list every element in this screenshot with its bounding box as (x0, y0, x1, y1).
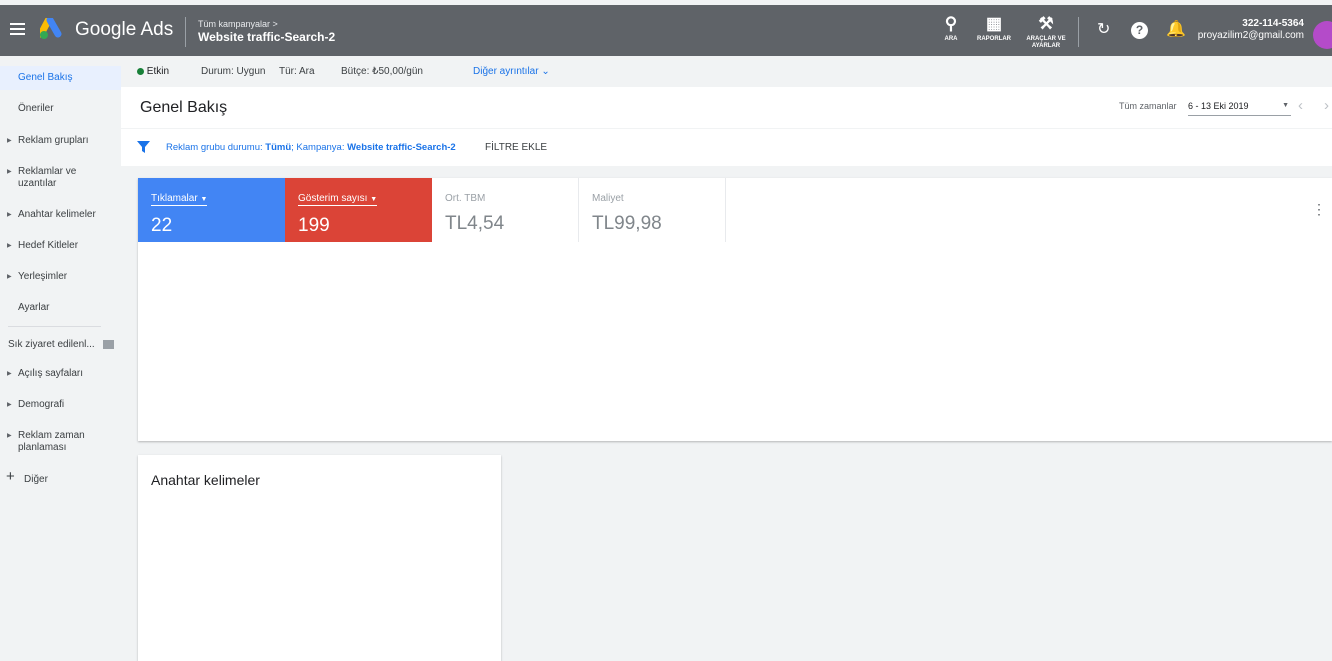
google-ads-logo (40, 18, 62, 39)
status-dot-icon (137, 67, 144, 75)
page-title: Genel Bakış (140, 99, 228, 116)
caret-right-icon: ▶ (7, 169, 12, 175)
performance-card: Tıklamalar ▼ 22 Gösterim sayısı ▼ 199 Ort.… (138, 178, 1332, 441)
add-filter-button[interactable]: FİLTRE EKLE (485, 142, 547, 153)
sidebar-item-more[interactable]: + Diğer (0, 468, 121, 486)
refresh-icon[interactable]: ↻ (1097, 22, 1110, 38)
search-button[interactable]: ⚲ ARA (940, 15, 962, 43)
sidebar-item-recommendations[interactable]: Öneriler (0, 103, 121, 115)
sidebar-item-keywords[interactable]: ▶ Anahtar kelimeler (0, 209, 121, 221)
divider (1078, 17, 1079, 47)
sidebar-item-frequent[interactable]: Sık ziyaret edilenl... (0, 339, 121, 351)
sidebar-item-settings[interactable]: Ayarlar (0, 302, 121, 314)
caret-right-icon: ▶ (7, 274, 12, 280)
bell-icon[interactable]: 🔔 (1166, 22, 1186, 38)
campaign-budget: Bütçe: ₺50,00/gün (341, 66, 423, 77)
app-title[interactable]: Google Ads (75, 19, 173, 41)
divider (185, 17, 186, 47)
prev-period-icon[interactable]: ‹ (1298, 97, 1303, 114)
account-email[interactable]: proyazilim2@gmail.com (1198, 30, 1304, 41)
divider (8, 326, 101, 327)
sidebar-item-landing-pages[interactable]: ▶ Açılış sayfaları (0, 368, 121, 380)
caret-right-icon: ▶ (7, 371, 12, 377)
sidebar-item-ad-groups[interactable]: ▶ Reklam grupları (0, 135, 121, 147)
campaign-type: Tür: Ara (279, 66, 315, 77)
metric-impressions[interactable]: Gösterim sayısı ▼ 199 (285, 178, 432, 242)
sidebar-item-demographics[interactable]: ▶ Demografi (0, 399, 121, 411)
campaign-status-bar: Etkin Durum: Uygun Tür: Ara Bütçe: ₺50,0… (121, 56, 1332, 87)
menu-icon[interactable] (10, 23, 25, 38)
reports-button[interactable]: ▦ RAPORLAR (974, 15, 1014, 43)
active-filter-chip[interactable]: Reklam grubu durumu: Tümü; Kampanya: Web… (166, 142, 456, 153)
sidebar-item-ads[interactable]: ▶ Reklamlar ve uzantılar (0, 166, 95, 190)
wrench-icon: ⚒ (1038, 14, 1054, 33)
help-icon[interactable]: ? (1131, 22, 1148, 39)
sidebar-item-placements[interactable]: ▶ Yerleşimler (0, 271, 121, 283)
status-eligibility: Durum: Uygun (201, 66, 266, 77)
sidebar-item-audiences[interactable]: ▶ Hedef Kitleler (0, 240, 121, 252)
page-header: Genel Bakış Tüm zamanlar 6 - 13 Eki 2019… (121, 87, 1332, 128)
account-phone: 322-114-5364 (1242, 18, 1304, 29)
filter-icon[interactable] (137, 140, 150, 153)
metric-avg-cpc[interactable]: Ort. TBM TL4,54 (432, 178, 579, 242)
performance-line-chart (138, 252, 1332, 441)
avatar[interactable] (1313, 21, 1332, 49)
filter-bar: Reklam grubu durumu: Tümü; Kampanya: Web… (121, 129, 1332, 166)
top-bar: Google Ads Tüm kampanyalar > Website tra… (0, 5, 1332, 56)
more-vert-icon[interactable]: ⋮ (1312, 202, 1326, 216)
plus-icon: + (6, 468, 15, 485)
caret-right-icon: ▶ (7, 243, 12, 249)
sidebar-item-ad-schedule[interactable]: ▶ Reklam zaman planlaması (0, 430, 95, 454)
dropdown-arrow-icon: ▼ (1282, 102, 1289, 109)
more-details-link[interactable]: Diğer ayrıntılar ⌄ (473, 66, 550, 77)
date-range-select[interactable]: 6 - 13 Eki 2019 ▼ (1188, 101, 1291, 116)
breadcrumb-parent[interactable]: Tüm kampanyalar > (198, 19, 278, 29)
sidebar: Genel Bakış Öneriler ▶ Reklam grupları ▶ R… (0, 56, 121, 661)
dropdown-arrow-icon: ▼ (200, 196, 208, 203)
status-enabled[interactable]: Etkin (137, 66, 169, 77)
tools-button[interactable]: ⚒ ARAÇLAR VE AYARLAR (1024, 15, 1068, 50)
caret-right-icon: ▶ (7, 433, 12, 439)
chevron-down-icon: ⌄ (541, 66, 550, 77)
reports-icon: ▦ (985, 14, 1003, 33)
dropdown-arrow-icon: ▼ (370, 196, 378, 203)
caret-right-icon: ▶ (7, 138, 12, 144)
keywords-card: Anahtar kelimeler (138, 455, 501, 661)
next-period-icon[interactable]: › (1324, 97, 1329, 114)
caret-right-icon: ▶ (7, 402, 12, 408)
date-range-label: Tüm zamanlar (1119, 101, 1177, 111)
sidebar-item-overview[interactable]: Genel Bakış (0, 66, 121, 90)
feedback-icon (102, 339, 114, 349)
breadcrumb-current[interactable]: Website traffic-Search-2 (198, 30, 335, 44)
metric-cost[interactable]: Maliyet TL99,98 (579, 178, 726, 242)
search-icon: ⚲ (944, 14, 958, 33)
caret-right-icon: ▶ (7, 212, 12, 218)
metric-clicks[interactable]: Tıklamalar ▼ 22 (138, 178, 285, 242)
card-title: Anahtar kelimeler (151, 472, 260, 488)
